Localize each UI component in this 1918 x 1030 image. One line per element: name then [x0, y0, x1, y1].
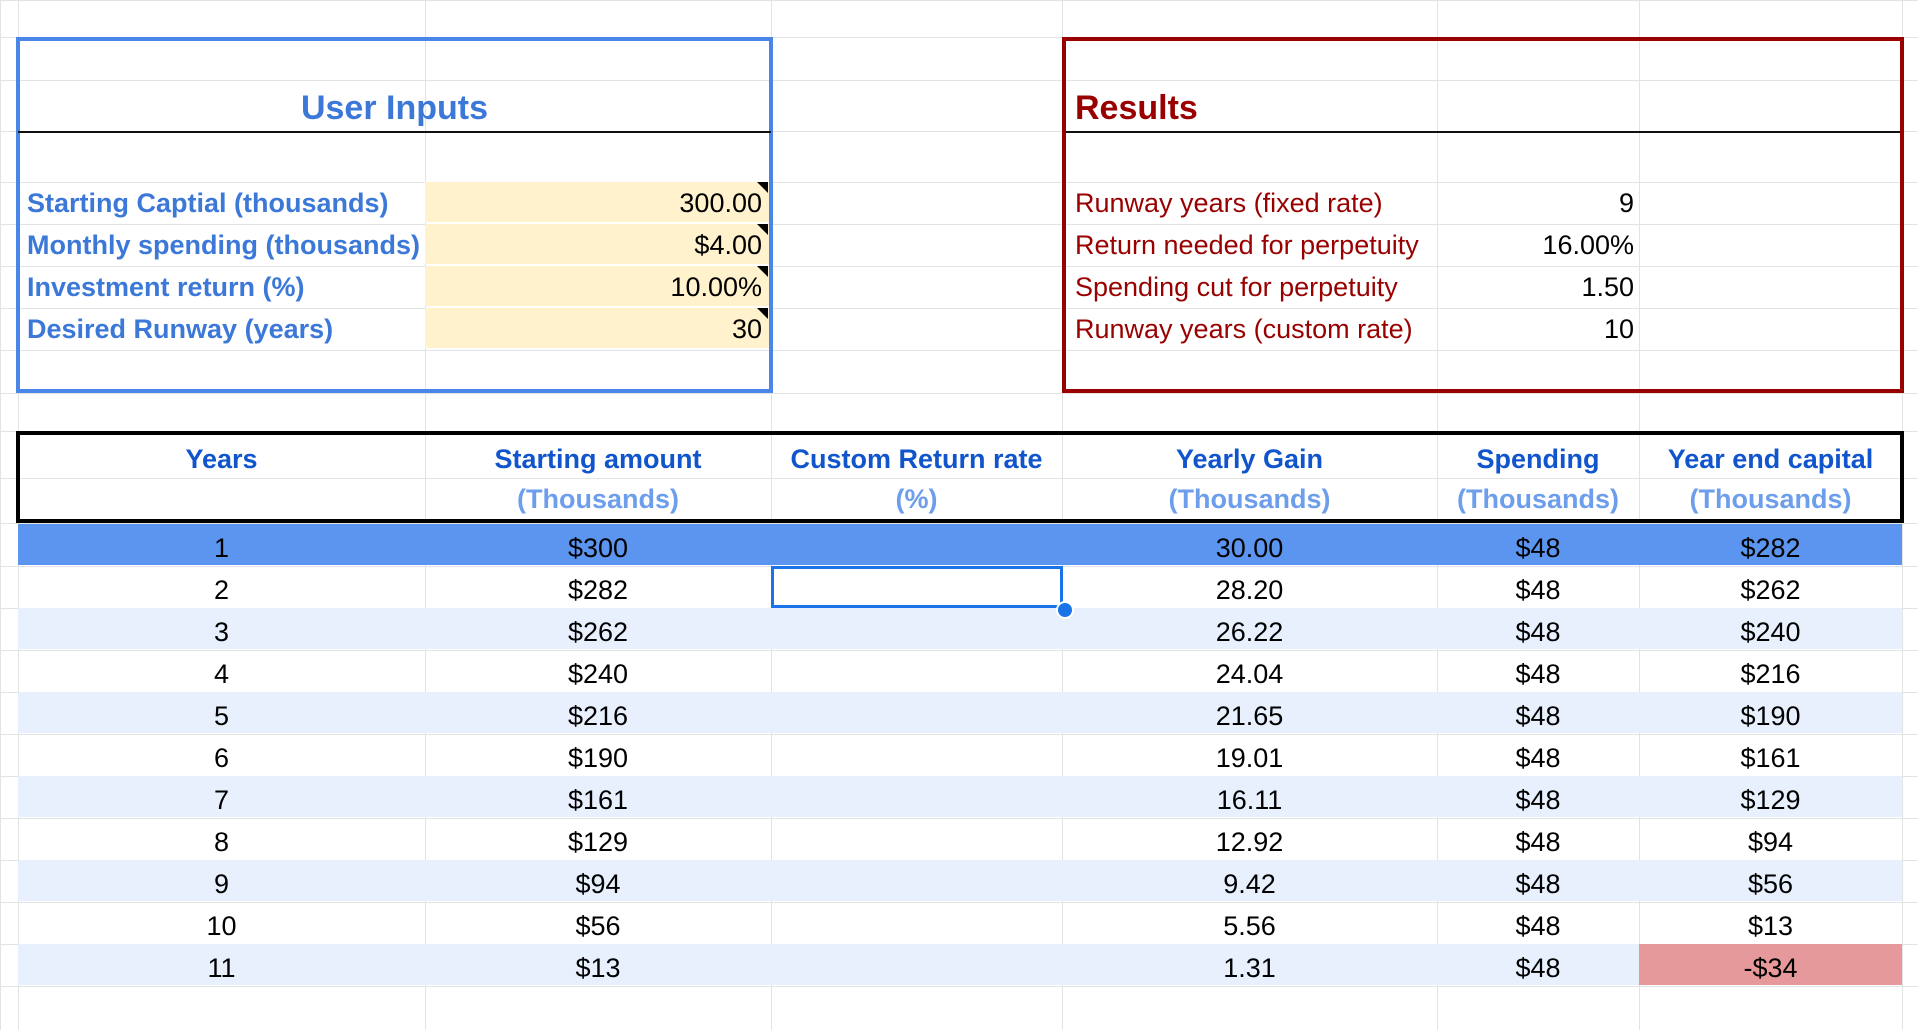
runway-custom-label: Runway years (custom rate)	[1075, 314, 1413, 344]
cell-years[interactable]: 11	[18, 953, 425, 984]
cell-yearly-gain[interactable]: 30.00	[1062, 533, 1437, 564]
monthly-spending-label: Monthly spending (thousands)	[27, 230, 420, 260]
cell-spending[interactable]: $48	[1437, 743, 1639, 774]
cell-spending[interactable]: $48	[1437, 953, 1639, 984]
cell-spending[interactable]: $48	[1437, 533, 1639, 564]
note-marker-icon	[757, 182, 768, 193]
cell-year-end-capital[interactable]: $240	[1639, 617, 1902, 648]
user-inputs-title: User Inputs	[300, 89, 489, 127]
cell-yearly-gain[interactable]: 9.42	[1062, 869, 1437, 900]
cell-starting-amount[interactable]: $240	[425, 659, 771, 690]
runway-fixed-value[interactable]: 9	[1434, 190, 1634, 217]
starting-capital-value[interactable]: 300.00	[600, 190, 762, 217]
runway-fixed-label: Runway years (fixed rate)	[1075, 188, 1383, 218]
investment-return-value[interactable]: 10.00%	[600, 274, 762, 301]
cell-spending[interactable]: $48	[1437, 827, 1639, 858]
cell-yearly-gain[interactable]: 5.56	[1062, 911, 1437, 942]
cell-yearly-gain[interactable]: 16.11	[1062, 785, 1437, 816]
cell-years[interactable]: 1	[18, 533, 425, 564]
user-inputs-title-rule	[18, 131, 771, 133]
cell-spending[interactable]: $48	[1437, 869, 1639, 900]
column-subheader-year-end-capital: (Thousands)	[1689, 484, 1852, 514]
return-perpetuity-label: Return needed for perpetuity	[1075, 230, 1419, 260]
cell-starting-amount[interactable]: $262	[425, 617, 771, 648]
cell-yearly-gain[interactable]: 12.92	[1062, 827, 1437, 858]
cell-years[interactable]: 9	[18, 869, 425, 900]
cell-years[interactable]: 5	[18, 701, 425, 732]
cell-years[interactable]: 3	[18, 617, 425, 648]
cell-year-end-capital[interactable]: $190	[1639, 701, 1902, 732]
column-header-spending[interactable]: Spending	[1437, 444, 1639, 475]
runway-custom-value[interactable]: 10	[1434, 316, 1634, 343]
cell-spending[interactable]: $48	[1437, 659, 1639, 690]
column-subheader-custom-return-rate: (%)	[895, 484, 938, 514]
gridline-horizontal	[0, 0, 1918, 1]
column-subheader-starting-amount: (Thousands)	[517, 484, 679, 514]
cell-year-end-capital[interactable]: $13	[1639, 911, 1902, 942]
cell-starting-amount[interactable]: $282	[425, 575, 771, 606]
cell-starting-amount[interactable]: $300	[425, 533, 771, 564]
cell-year-end-capital[interactable]: $262	[1639, 575, 1902, 606]
cell-spending[interactable]: $48	[1437, 785, 1639, 816]
column-header-yearly-gain[interactable]: Yearly Gain	[1062, 444, 1437, 475]
column-header-year-end-capital[interactable]: Year end capital	[1639, 444, 1902, 475]
cell-starting-amount[interactable]: $216	[425, 701, 771, 732]
cell-year-end-capital[interactable]: $161	[1639, 743, 1902, 774]
desired-runway-value[interactable]: 30	[600, 316, 762, 343]
results-title-rule	[1066, 131, 1900, 133]
gridline-horizontal	[0, 986, 1918, 987]
note-marker-icon	[757, 224, 768, 235]
cell-yearly-gain[interactable]: 21.65	[1062, 701, 1437, 732]
cell-years[interactable]: 7	[18, 785, 425, 816]
cell-starting-amount[interactable]: $94	[425, 869, 771, 900]
investment-return-label: Investment return (%)	[27, 272, 305, 302]
cell-yearly-gain[interactable]: 1.31	[1062, 953, 1437, 984]
cell-spending[interactable]: $48	[1437, 617, 1639, 648]
cell-yearly-gain[interactable]: 26.22	[1062, 617, 1437, 648]
cell-year-end-capital[interactable]: -$34	[1639, 953, 1902, 984]
cell-year-end-capital[interactable]: $94	[1639, 827, 1902, 858]
cell-years[interactable]: 4	[18, 659, 425, 690]
column-header-custom-return-rate[interactable]: Custom Return rate	[771, 444, 1062, 475]
cell-yearly-gain[interactable]: 19.01	[1062, 743, 1437, 774]
cell-starting-amount[interactable]: $13	[425, 953, 771, 984]
desired-runway-label: Desired Runway (years)	[27, 314, 334, 344]
cell-year-end-capital[interactable]: $282	[1639, 533, 1902, 564]
cell-spending[interactable]: $48	[1437, 911, 1639, 942]
cell-years[interactable]: 2	[18, 575, 425, 606]
active-cell-selection[interactable]	[771, 566, 1063, 608]
return-perpetuity-value[interactable]: 16.00%	[1434, 232, 1634, 259]
cell-year-end-capital[interactable]: $56	[1639, 869, 1902, 900]
gridline-vertical	[0, 0, 1, 1030]
column-header-years[interactable]: Years	[18, 444, 425, 475]
column-subheader-spending: (Thousands)	[1457, 484, 1619, 514]
cell-year-end-capital[interactable]: $129	[1639, 785, 1902, 816]
monthly-spending-value[interactable]: $4.00	[600, 232, 762, 259]
cell-year-end-capital[interactable]: $216	[1639, 659, 1902, 690]
cell-starting-amount[interactable]: $129	[425, 827, 771, 858]
cell-yearly-gain[interactable]: 28.20	[1062, 575, 1437, 606]
cell-starting-amount[interactable]: $56	[425, 911, 771, 942]
results-title: Results	[1075, 89, 1198, 127]
cell-spending[interactable]: $48	[1437, 575, 1639, 606]
cell-years[interactable]: 10	[18, 911, 425, 942]
gridline-horizontal	[0, 393, 1918, 394]
spending-cut-value[interactable]: 1.50	[1434, 274, 1634, 301]
cell-starting-amount[interactable]: $190	[425, 743, 771, 774]
spending-cut-label: Spending cut for perpetuity	[1075, 272, 1398, 302]
fill-handle[interactable]	[1056, 601, 1074, 619]
cell-yearly-gain[interactable]: 24.04	[1062, 659, 1437, 690]
cell-years[interactable]: 8	[18, 827, 425, 858]
note-marker-icon	[757, 308, 768, 319]
spreadsheet-grid[interactable]: User Inputs Starting Captial (thousands)…	[0, 0, 1918, 1030]
column-header-starting-amount[interactable]: Starting amount	[425, 444, 771, 475]
note-marker-icon	[757, 266, 768, 277]
cell-years[interactable]: 6	[18, 743, 425, 774]
starting-capital-label: Starting Captial (thousands)	[27, 188, 389, 218]
cell-starting-amount[interactable]: $161	[425, 785, 771, 816]
cell-spending[interactable]: $48	[1437, 701, 1639, 732]
column-subheader-yearly-gain: (Thousands)	[1168, 484, 1331, 514]
